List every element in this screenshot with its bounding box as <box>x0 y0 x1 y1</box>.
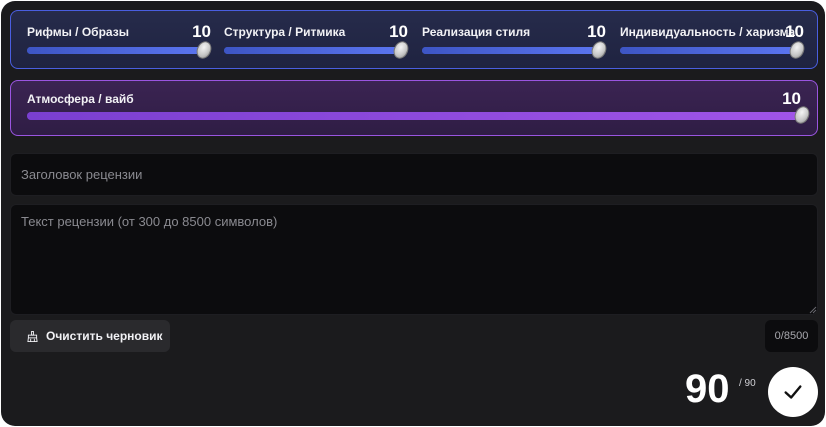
resize-grip-icon[interactable] <box>809 306 817 314</box>
criteria-sliders-panel: Рифмы / Образы 10 Структура / Ритмика 10… <box>10 10 818 69</box>
slider-label: Атмосфера / вайб <box>27 92 134 106</box>
slider-value: 10 <box>389 22 408 41</box>
slider-track[interactable] <box>27 38 215 62</box>
slider-value: 10 <box>587 22 606 41</box>
max-score: / 90 <box>739 378 756 389</box>
slider-label: Структура / Ритмика <box>224 25 346 39</box>
clear-draft-label: Очистить черновик <box>46 329 163 343</box>
slider-value: 10 <box>192 22 211 41</box>
slider-track[interactable] <box>224 38 412 62</box>
slider-track[interactable] <box>27 103 813 127</box>
submit-review-button[interactable] <box>768 367 818 417</box>
slider-value: 10 <box>785 22 804 41</box>
broom-icon <box>27 330 38 342</box>
slider-value: 10 <box>782 89 801 108</box>
slider-fill <box>224 47 402 54</box>
slider-label: Рифмы / Образы <box>27 25 129 39</box>
slider-thumb-icon[interactable] <box>786 38 808 62</box>
slider-fill <box>422 47 600 54</box>
review-title-input[interactable] <box>10 153 818 196</box>
checkmark-icon <box>784 385 802 399</box>
slider-thumb-icon[interactable] <box>588 38 610 62</box>
atmosphere-slider-panel: Атмосфера / вайб 10 <box>10 80 818 136</box>
slider-track[interactable] <box>422 38 610 62</box>
review-form-card: Рифмы / Образы 10 Структура / Ритмика 10… <box>1 1 825 426</box>
slider-fill <box>620 47 798 54</box>
slider-fill <box>27 47 205 54</box>
slider-thumb-icon[interactable] <box>390 38 412 62</box>
slider-track[interactable] <box>620 38 808 62</box>
character-counter: 0/8500 <box>765 320 818 352</box>
slider-label: Индивидуальность / харизма <box>620 25 796 39</box>
slider-thumb-icon[interactable] <box>193 38 215 62</box>
slider-label: Реализация стиля <box>422 25 531 39</box>
slider-fill <box>27 112 805 120</box>
review-text-area[interactable] <box>10 204 818 315</box>
total-score: 90 <box>685 367 730 411</box>
clear-draft-button[interactable]: Очистить черновик <box>10 320 170 352</box>
